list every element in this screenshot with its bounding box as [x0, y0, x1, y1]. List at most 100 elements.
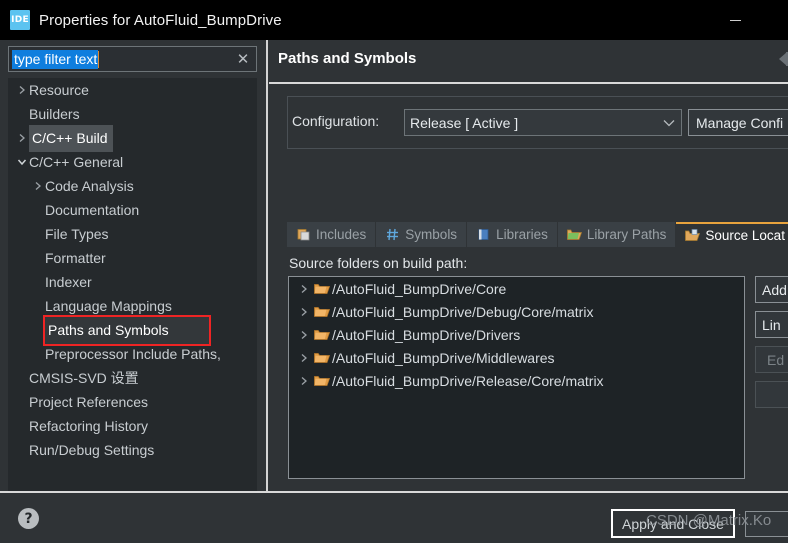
folder-icon [312, 282, 332, 295]
window-titlebar: IDE Properties for AutoFluid_BumpDrive [0, 0, 788, 40]
sidebar-item-label: C/C++ General [29, 154, 124, 170]
tab-label: Source Locat [705, 228, 785, 243]
add-button-label: Add [762, 281, 787, 298]
sidebar-item-cmsis-svd[interactable]: CMSIS-SVD 设置 [8, 366, 257, 390]
tab-label: Library Paths [586, 227, 667, 242]
sidebar-item-code-analysis[interactable]: Code Analysis [8, 174, 257, 198]
sidebar-item-label: C/C++ Build [29, 124, 114, 152]
chevron-right-icon[interactable] [30, 181, 45, 191]
tab-label: Libraries [496, 227, 548, 242]
lin-button-label: Lin [762, 316, 781, 333]
sidebar-item-run-debug-settings[interactable]: Run/Debug Settings [8, 438, 257, 462]
symbols-hash-icon [385, 228, 400, 242]
sidebar-item-indexer[interactable]: Indexer [8, 270, 257, 294]
list-item-label: /AutoFluid_BumpDrive/Release/Core/matrix [332, 372, 604, 389]
list-item[interactable]: /AutoFluid_BumpDrive/Debug/Core/matrix [289, 300, 744, 323]
search-input[interactable]: type filter text [9, 47, 230, 71]
apply-and-close-button[interactable]: Apply and Close [611, 509, 735, 538]
chevron-right-icon[interactable] [295, 353, 312, 363]
chevron-right-icon[interactable] [295, 307, 312, 317]
tab-label: Includes [316, 227, 367, 242]
sidebar-item-refactoring-history[interactable]: Refactoring History [8, 414, 257, 438]
cancel-button[interactable] [745, 511, 788, 537]
list-item[interactable]: /AutoFluid_BumpDrive/Drivers [289, 323, 744, 346]
libraries-book-icon [476, 228, 491, 242]
add-button[interactable]: Add [755, 276, 788, 303]
ide-icon: IDE [10, 10, 30, 30]
sidebar-item-c-c-build[interactable]: C/C++ Build [8, 124, 257, 152]
title-separator [269, 82, 788, 84]
list-item[interactable]: /AutoFluid_BumpDrive/Release/Core/matrix [289, 369, 744, 392]
settings-tree[interactable]: Resource Builders C/C++ Build C/C++ General… [8, 78, 257, 528]
manage-configurations-label: Manage Confi [696, 114, 784, 131]
configuration-select[interactable]: Release [ Active ] [404, 109, 682, 136]
search-input-value: type filter text [12, 49, 99, 69]
list-item-label: /AutoFluid_BumpDrive/Drivers [332, 326, 521, 343]
includes-icon [296, 228, 311, 242]
text-caret [98, 50, 100, 68]
sidebar-item-c-c-general[interactable]: C/C++ General [8, 150, 257, 174]
tab-library-paths[interactable]: Library Paths [557, 222, 677, 247]
sidebar-item-language-mappings[interactable]: Language Mappings [8, 294, 257, 318]
tab-source-locat[interactable]: Source Locat [676, 222, 788, 247]
sidebar-item-label: Builders [29, 106, 80, 122]
chevron-right-icon[interactable] [295, 330, 312, 340]
page-title: Paths and Symbols [278, 50, 417, 67]
sidebar-item-label: Language Mappings [45, 298, 172, 314]
chevron-right-icon[interactable] [295, 376, 312, 386]
chevron-down-icon [657, 110, 681, 135]
sidebar-item-builders[interactable]: Builders [8, 102, 257, 126]
clear-filter-icon[interactable]: ✕ [230, 47, 256, 71]
window-title: Properties for AutoFluid_BumpDrive [39, 11, 282, 29]
extra-button [755, 381, 788, 408]
list-item[interactable]: /AutoFluid_BumpDrive/Core [289, 277, 744, 300]
source-folder-actions: Add Lin Ed [755, 276, 788, 416]
sidebar-item-label: CMSIS-SVD 设置 [29, 370, 139, 386]
sidebar-item-label: Run/Debug Settings [29, 442, 155, 458]
chevron-right-icon[interactable] [14, 133, 29, 143]
configuration-label: Configuration: [292, 113, 380, 129]
properties-dialog: IDE Properties for AutoFluid_BumpDrive t… [0, 0, 788, 543]
lin-button[interactable]: Lin [755, 311, 788, 338]
pane-divider[interactable] [266, 40, 268, 492]
sidebar-item-resource[interactable]: Resource [8, 78, 257, 102]
arrow-left-icon[interactable] [766, 48, 788, 70]
sidebar-item-label: File Types [45, 226, 109, 242]
sidebar-item-label: Refactoring History [29, 418, 149, 434]
manage-configurations-button[interactable]: Manage Confi [688, 109, 788, 136]
chevron-right-icon[interactable] [295, 284, 312, 294]
folder-icon [312, 374, 332, 387]
list-item-label: /AutoFluid_BumpDrive/Middlewares [332, 349, 555, 366]
chevron-right-icon[interactable] [14, 85, 29, 95]
tab-includes[interactable]: Includes [287, 222, 377, 247]
sidebar-item-paths-and-symbols[interactable]: Paths and Symbols [8, 314, 257, 346]
settings-sidebar: type filter text ✕ Resource Builders C/C++… [0, 40, 265, 528]
sidebar-item-label: Code Analysis [45, 178, 134, 194]
help-question-icon[interactable]: ? [18, 508, 39, 529]
minimize-button[interactable] [720, 10, 750, 30]
configuration-select-value: Release [ Active ] [410, 114, 519, 131]
tab-label: Symbols [405, 227, 458, 242]
list-item[interactable]: /AutoFluid_BumpDrive/Middlewares [289, 346, 744, 369]
sidebar-item-preprocessor-include-paths[interactable]: Preprocessor Include Paths, [8, 342, 257, 366]
source-location-icon [685, 229, 701, 243]
tab-symbols[interactable]: Symbols [376, 222, 468, 247]
sidebar-item-project-references[interactable]: Project References [8, 390, 257, 414]
tab-libraries[interactable]: Libraries [467, 222, 558, 247]
list-item-label: /AutoFluid_BumpDrive/Debug/Core/matrix [332, 303, 594, 320]
folder-icon [312, 305, 332, 318]
source-folders-list[interactable]: /AutoFluid_BumpDrive/Core/AutoFluid_Bump… [288, 276, 745, 479]
sidebar-item-label: Preprocessor Include Paths, [45, 346, 221, 362]
properties-page: Paths and Symbols Configuration: Release… [269, 40, 788, 527]
list-item-label: /AutoFluid_BumpDrive/Core [332, 280, 507, 297]
ed-button-label: Ed [767, 351, 785, 368]
chevron-down-icon[interactable] [14, 157, 29, 167]
folder-icon [312, 328, 332, 341]
sidebar-item-file-types[interactable]: File Types [8, 222, 257, 246]
sidebar-item-documentation[interactable]: Documentation [8, 198, 257, 222]
paths-symbols-tabs[interactable]: Includes Symbols Libraries Library Paths Sou… [287, 222, 788, 247]
ed-button: Ed [755, 346, 788, 373]
folder-icon [312, 351, 332, 364]
sidebar-item-label: Formatter [45, 250, 106, 266]
sidebar-item-formatter[interactable]: Formatter [8, 246, 257, 270]
